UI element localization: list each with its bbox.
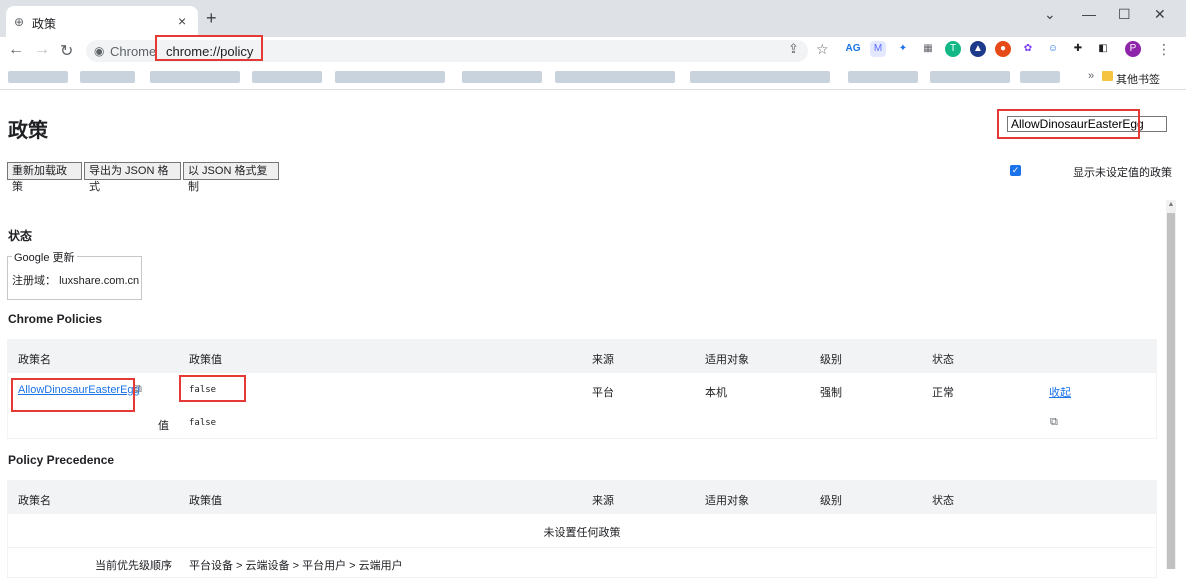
status-legend: Google 更新 [12, 249, 77, 265]
collapse-link[interactable]: 收起 [1049, 384, 1071, 400]
policy-level: 强制 [820, 387, 842, 399]
maximize-icon[interactable]: ☐ [1118, 6, 1131, 23]
scroll-up-icon[interactable]: ▲ [1166, 201, 1176, 208]
policy-status: 正常 [932, 387, 954, 399]
bookmark-item[interactable] [150, 71, 240, 83]
tab-policy[interactable]: ⊕ 政策 × [6, 6, 198, 37]
policy-source: 平台 [592, 387, 614, 399]
col-level: 级别 [820, 354, 842, 366]
chevron-down-icon[interactable]: ⌄ [1044, 6, 1056, 23]
reload-icon[interactable]: ↻ [60, 41, 73, 61]
url-highlight-box [155, 35, 263, 61]
extension-triangle-icon[interactable]: ▲ [970, 41, 986, 57]
omnibox-site-label: Chrome [110, 44, 157, 59]
policy-precedence-heading: Policy Precedence [8, 453, 115, 467]
globe-icon: ⊕ [14, 15, 25, 29]
bookmark-star-icon[interactable]: ☆ [816, 41, 829, 58]
policy-scope: 本机 [705, 387, 727, 399]
share-icon[interactable]: ⇪ [788, 41, 799, 57]
bookmark-item[interactable] [462, 71, 542, 83]
folder-icon [1102, 71, 1113, 81]
reload-policies-button[interactable]: 重新加载政策 [7, 162, 82, 193]
bookmark-item[interactable] [848, 71, 918, 83]
bookmark-item[interactable] [8, 71, 68, 83]
filter-highlight-box [997, 109, 1140, 139]
col-scope: 适用对象 [705, 354, 749, 366]
minimize-icon[interactable]: — [1082, 6, 1096, 22]
enrollment-domain: 注册域： luxshare.com.cn [12, 272, 139, 288]
col-level: 级别 [820, 495, 842, 507]
col-source: 来源 [592, 495, 614, 507]
bookmark-item[interactable] [1020, 71, 1060, 83]
scrollbar-thumb[interactable] [1167, 213, 1175, 569]
tab-title: 政策 [32, 17, 57, 31]
domain-label: 注册域： [12, 275, 56, 287]
col-status: 状态 [932, 495, 954, 507]
extension-translate-icon[interactable]: T [945, 41, 961, 57]
bookmarks-overflow-icon[interactable]: » [1088, 70, 1094, 82]
precedence-order-label: 当前优先级顺序 [95, 560, 172, 572]
extension-grid-icon[interactable]: ▦ [920, 41, 936, 57]
extensions-puzzle-icon[interactable]: ✚ [1070, 41, 1086, 57]
col-policy-name: 政策名 [18, 354, 51, 366]
policy-value-highlight-box [179, 375, 246, 402]
bookmark-item[interactable] [335, 71, 445, 83]
col-status: 状态 [932, 354, 954, 366]
extension-sparkle-icon[interactable]: ✦ [895, 41, 911, 57]
side-panel-icon[interactable]: ◧ [1095, 41, 1111, 57]
domain-value: luxshare.com.cn [59, 275, 140, 287]
show-unset-label: 显示未设定值的政策 [1073, 167, 1172, 179]
extension-flower-icon[interactable]: ✿ [1020, 41, 1036, 57]
export-json-button[interactable]: 导出为 JSON 格式 [84, 162, 181, 193]
close-tab-icon[interactable]: × [178, 13, 186, 29]
external-link-icon[interactable]: ⧉ [134, 383, 142, 396]
back-icon[interactable]: ← [8, 41, 24, 59]
profile-avatar[interactable]: P [1125, 41, 1141, 57]
copy-json-button[interactable]: 以 JSON 格式复制 [183, 162, 279, 193]
col-policy-name: 政策名 [18, 495, 51, 507]
bookmark-item[interactable] [555, 71, 675, 83]
bookmark-item[interactable] [690, 71, 830, 83]
other-bookmarks[interactable]: 其他书签 [1116, 71, 1160, 87]
copy-icon[interactable]: ⧉ [1050, 416, 1058, 429]
bookmark-item[interactable] [252, 71, 322, 83]
table-row [7, 548, 1157, 578]
extension-mail-icon[interactable]: M [870, 41, 886, 57]
col-scope: 适用对象 [705, 495, 749, 507]
menu-kebab-icon[interactable]: ⋮ [1157, 41, 1171, 58]
forward-icon[interactable]: → [34, 41, 50, 59]
close-window-icon[interactable]: ✕ [1154, 6, 1166, 23]
extension-circle-icon[interactable]: ● [995, 41, 1011, 57]
precedence-header-row [7, 480, 1157, 514]
chrome-policies-header-row [7, 339, 1157, 373]
policy-name-highlight-box [11, 378, 135, 412]
chrome-icon: ◉ [94, 44, 105, 58]
col-policy-value: 政策值 [189, 495, 222, 507]
col-policy-value: 政策值 [189, 354, 222, 366]
tab-strip-right [820, 0, 1186, 37]
show-unset-checkbox[interactable]: ✓ [1010, 165, 1021, 176]
value-detail: false [189, 418, 217, 428]
extension-ag-icon[interactable]: AG [845, 41, 861, 57]
page-title: 政策 [8, 120, 48, 142]
status-heading: 状态 [8, 229, 33, 243]
bookmark-item[interactable] [930, 71, 1010, 83]
chrome-policies-heading: Chrome Policies [8, 312, 103, 326]
new-tab-icon[interactable]: + [206, 8, 217, 29]
value-label: 值 [158, 420, 169, 432]
col-source: 来源 [592, 354, 614, 366]
extension-face-icon[interactable]: ☺ [1045, 41, 1061, 57]
bookmark-item[interactable] [80, 71, 135, 83]
precedence-order-value: 平台设备 > 云端设备 > 平台用户 > 云端用户 [189, 560, 403, 572]
no-policies-text: 未设置任何政策 [543, 527, 621, 539]
